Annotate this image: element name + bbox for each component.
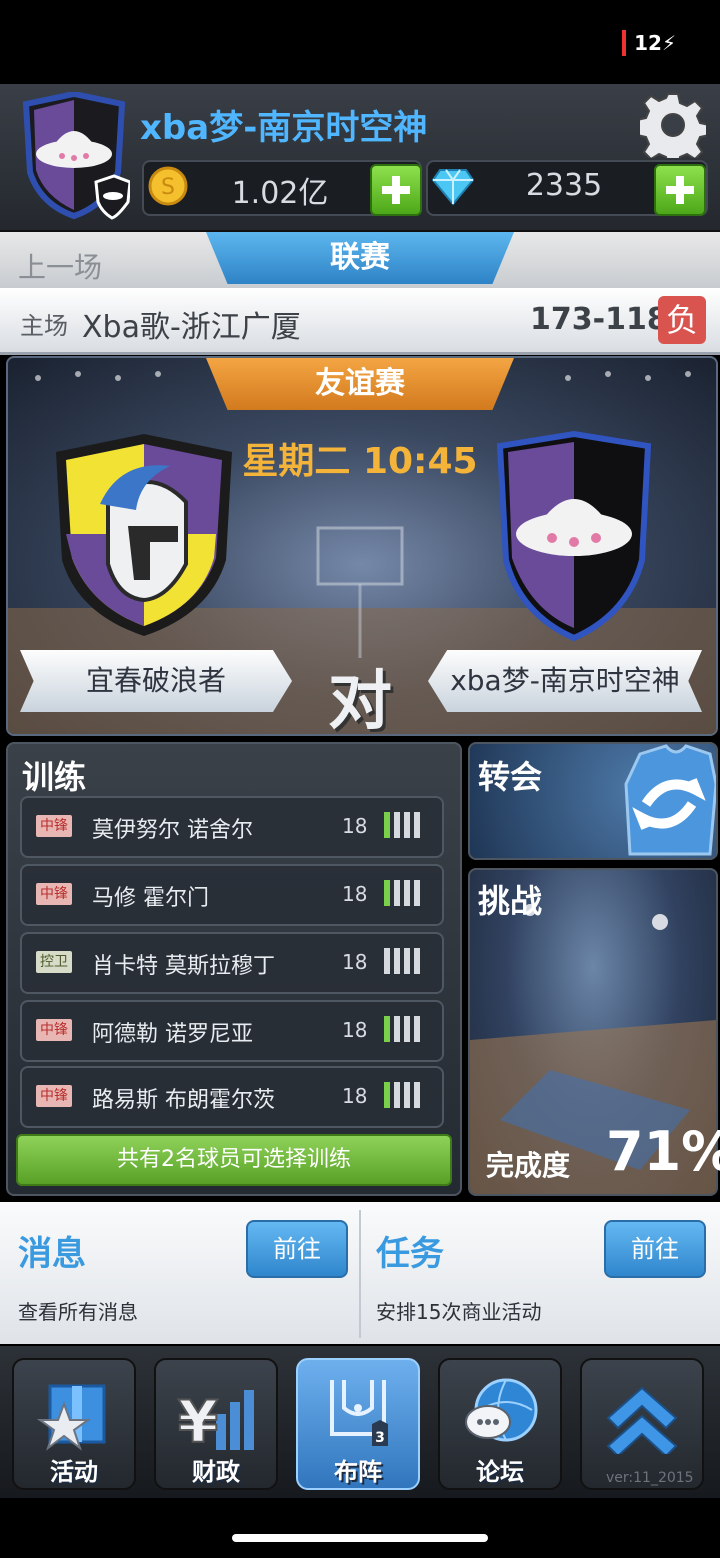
match-type-banner: 友谊赛 — [206, 358, 514, 410]
ufo-team-logo-icon — [496, 430, 652, 642]
battery-level: 12 — [634, 31, 662, 55]
player-level: 18 — [342, 814, 368, 838]
status-bar — [0, 0, 720, 84]
info-divider — [359, 1210, 361, 1338]
home-indicator — [232, 1534, 488, 1542]
tab-league[interactable]: 联赛 — [206, 232, 514, 284]
court-lineup-icon: 3 — [330, 1380, 388, 1446]
challenge-title: 挑战 — [478, 882, 543, 920]
match-time: 星期二 10:45 — [242, 441, 478, 482]
tasks-go-button[interactable]: 前往 — [604, 1220, 706, 1278]
player-level: 18 — [342, 882, 368, 906]
nav-label: 活动 — [50, 1458, 98, 1486]
svg-text:3: 3 — [375, 1430, 385, 1446]
globe-chat-icon — [465, 1378, 538, 1442]
training-bars-icon — [384, 1082, 424, 1110]
home-team-plate: 宜春破浪者 — [20, 650, 292, 712]
nav-finance[interactable]: ¥ 财政 — [154, 1358, 278, 1490]
position-badge: 中锋 — [36, 1085, 72, 1107]
result-badge: 负 — [658, 296, 706, 344]
add-diamonds-button[interactable] — [654, 164, 706, 216]
player-level: 18 — [342, 950, 368, 974]
opponent-name: Xba歌-浙江广厦 — [82, 310, 301, 345]
player-row[interactable]: 控卫 肖卡特 莫斯拉穆丁 18 — [20, 932, 444, 994]
diamond-icon — [432, 169, 474, 206]
messages-go-button[interactable]: 前往 — [246, 1220, 348, 1278]
away-team-plate: xba梦-南京时空神 — [428, 650, 702, 712]
completion-value: 71% — [606, 1120, 720, 1183]
position-badge: 中锋 — [36, 815, 72, 837]
player-level: 18 — [342, 1084, 368, 1108]
position-badge: 中锋 — [36, 1019, 72, 1041]
chevron-up-icon — [606, 1386, 678, 1454]
training-bars-icon — [384, 948, 424, 976]
settings-gear-icon[interactable] — [640, 92, 706, 158]
svg-text:S: S — [161, 175, 175, 200]
player-level: 18 — [342, 1018, 368, 1042]
completion-label: 完成度 — [486, 1149, 571, 1182]
player-name: 路易斯 布朗霍尔茨 — [92, 1088, 275, 1113]
nav-activity[interactable]: 活动 — [12, 1358, 136, 1490]
player-row[interactable]: 中锋 莫伊努尔 诺舍尔 18 — [20, 796, 444, 858]
nav-label: 论坛 — [476, 1458, 524, 1486]
tab-previous-game[interactable]: 上一场 — [18, 246, 102, 286]
position-badge: 中锋 — [36, 883, 72, 905]
nav-label: 财政 — [192, 1458, 240, 1486]
training-bars-icon — [384, 880, 424, 908]
train-players-button[interactable]: 共有2名球员可选择训练 — [16, 1134, 452, 1186]
yen-chart-icon: ¥ — [177, 1387, 254, 1454]
training-title: 训练 — [22, 758, 87, 796]
coins-value: 1.02亿 — [231, 176, 329, 211]
home-label: 主场 — [20, 312, 68, 340]
spartan-team-logo-icon — [56, 434, 232, 636]
nav-forum[interactable]: 论坛 — [438, 1358, 562, 1490]
position-badge: 控卫 — [36, 951, 72, 973]
player-name: 阿德勒 诺罗尼亚 — [92, 1022, 253, 1047]
nav-label: 布阵 — [334, 1458, 382, 1486]
version-label: ver:11_2015 — [606, 1470, 694, 1486]
player-row[interactable]: 中锋 路易斯 布朗霍尔茨 18 — [20, 1066, 444, 1128]
add-coins-button[interactable] — [370, 164, 422, 216]
player-name: 马修 霍尔门 — [92, 886, 209, 911]
versus-label: 对 — [328, 665, 392, 739]
player-row[interactable]: 中锋 阿德勒 诺罗尼亚 18 — [20, 1000, 444, 1062]
gift-star-icon — [36, 1384, 106, 1451]
player-row[interactable]: 中锋 马修 霍尔门 18 — [20, 864, 444, 926]
battery-indicator: 12⚡ — [622, 30, 682, 56]
training-bars-icon — [384, 1016, 424, 1044]
messages-title: 消息 — [18, 1234, 86, 1274]
team-logo-icon[interactable] — [18, 92, 130, 220]
game-score: 173-118 — [530, 302, 668, 337]
tasks-title: 任务 — [376, 1234, 444, 1274]
training-bars-icon — [384, 812, 424, 840]
team-name: xba梦-南京时空神 — [140, 108, 428, 148]
player-name: 莫伊努尔 诺舍尔 — [92, 818, 253, 843]
messages-subtitle: 查看所有消息 — [18, 1300, 138, 1324]
svg-text:¥: ¥ — [178, 1388, 218, 1454]
transfer-title: 转会 — [478, 758, 543, 796]
nav-lineup[interactable]: 3 布阵 — [296, 1358, 420, 1490]
tasks-subtitle: 安排15次商业活动 — [376, 1300, 542, 1324]
diamonds-value: 2335 — [525, 168, 603, 203]
coin-icon: S — [148, 166, 188, 206]
player-name: 肖卡特 莫斯拉穆丁 — [92, 954, 275, 979]
